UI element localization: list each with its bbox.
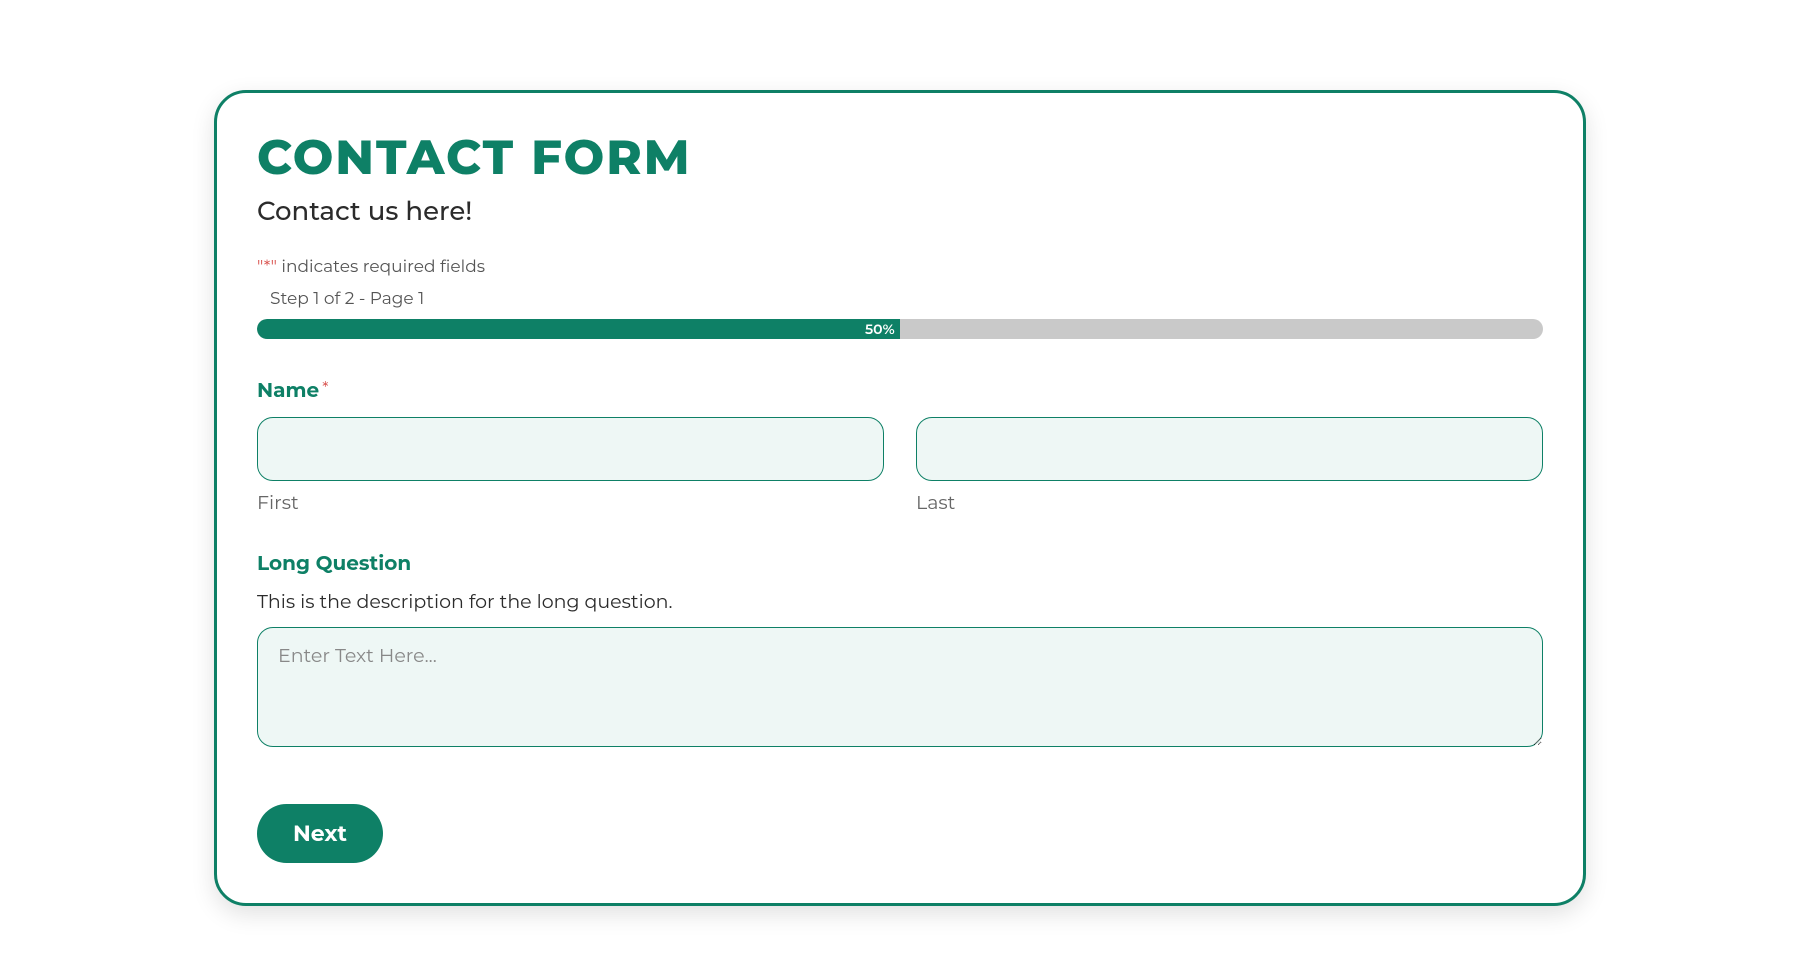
long-question-field-group: Long Question This is the description fo… (257, 552, 1543, 752)
required-note-quote-close: " (271, 257, 277, 277)
progress-bar: 50% (257, 319, 1543, 339)
last-name-col: Last (916, 417, 1543, 514)
progress-fill (257, 319, 900, 339)
required-asterisk: * (322, 379, 328, 398)
contact-form-card: CONTACT FORM Contact us here! "*" indica… (214, 90, 1586, 906)
required-fields-note: "*" indicates required fields (257, 257, 1543, 277)
name-field-group: Name* First Last (257, 379, 1543, 514)
next-button[interactable]: Next (257, 804, 383, 863)
form-title: CONTACT FORM (257, 129, 1543, 187)
long-question-description: This is the description for the long que… (257, 590, 1543, 613)
required-note-quote-open: " (257, 257, 264, 277)
form-subtitle: Contact us here! (257, 195, 1543, 227)
required-note-text: indicates required fields (281, 257, 485, 277)
progress-percent-text: 50% (865, 320, 895, 338)
required-note-asterisk: * (264, 257, 271, 277)
long-question-label: Long Question (257, 552, 411, 576)
last-name-input[interactable] (916, 417, 1543, 481)
last-name-sublabel: Last (916, 491, 1543, 514)
name-label: Name (257, 379, 319, 403)
long-question-textarea[interactable] (257, 627, 1543, 747)
first-name-input[interactable] (257, 417, 884, 481)
step-indicator: Step 1 of 2 - Page 1 (270, 289, 1543, 309)
name-inputs-row: First Last (257, 417, 1543, 514)
first-name-sublabel: First (257, 491, 884, 514)
first-name-col: First (257, 417, 884, 514)
